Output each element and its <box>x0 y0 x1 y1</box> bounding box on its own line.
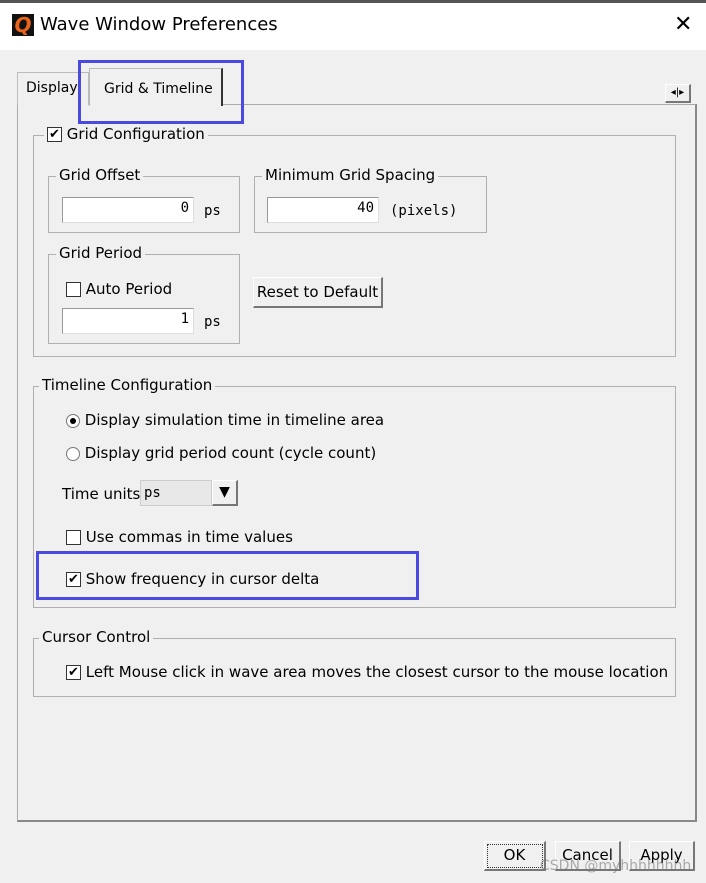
grid-period-label: Grid Period <box>56 244 146 262</box>
timeline-label: Timeline Configuration <box>39 376 216 394</box>
chevron-down-icon[interactable]: ▼ <box>212 480 238 506</box>
grid-config-header: ✔ Grid Configuration <box>44 125 208 143</box>
radio-sim-time-label: Display simulation time in timeline area <box>84 411 385 429</box>
min-spacing-label: Minimum Grid Spacing <box>262 166 439 184</box>
min-spacing-input[interactable]: 40 <box>267 197 379 223</box>
window-title: Wave Window Preferences <box>40 14 278 35</box>
tab-scroll-arrows-icon[interactable]: ◂|▸ <box>665 84 691 103</box>
commas-label: Use commas in time values <box>85 528 293 546</box>
watermark: CSDN @myhhhhhhhh <box>540 858 692 874</box>
cursor-label: Cursor Control <box>39 628 154 646</box>
radio-sim-time[interactable]: Display simulation time in timeline area <box>66 411 384 429</box>
grid-offset-input[interactable]: 0 <box>62 197 194 223</box>
close-icon[interactable]: ✕ <box>674 12 692 37</box>
commas-option[interactable]: Use commas in time values <box>66 528 293 546</box>
grid-offset-label: Grid Offset <box>56 166 144 184</box>
reset-to-default-button[interactable]: Reset to Default <box>253 277 383 308</box>
grid-period-input[interactable]: 1 <box>62 308 194 334</box>
commas-checkbox[interactable] <box>66 530 81 545</box>
app-logo-icon: Q <box>12 14 34 36</box>
time-units-label: Time units <box>62 485 141 503</box>
radio-sim-time-button[interactable] <box>66 413 80 428</box>
cursor-option[interactable]: ✔ Left Mouse click in wave area moves th… <box>66 663 668 681</box>
grid-offset-unit: ps <box>204 203 221 219</box>
radio-cycle-count-button[interactable] <box>66 446 80 461</box>
time-units-select[interactable]: ps <box>140 480 212 506</box>
tab-highlight <box>78 60 244 124</box>
cursor-checkbox[interactable]: ✔ <box>66 665 81 680</box>
radio-cycle-count-label: Display grid period count (cycle count) <box>84 444 377 462</box>
freq-highlight <box>36 551 419 600</box>
auto-period-label: Auto Period <box>85 280 173 298</box>
cursor-option-label: Left Mouse click in wave area moves the … <box>85 663 669 681</box>
grid-config-label: Grid Configuration <box>66 125 205 143</box>
grid-config-checkbox[interactable]: ✔ <box>47 127 62 142</box>
min-spacing-unit: (pixels) <box>390 203 458 219</box>
grid-period-unit: ps <box>204 314 221 330</box>
auto-period-option[interactable]: Auto Period <box>66 280 172 298</box>
ok-button[interactable]: OK <box>484 841 546 871</box>
radio-cycle-count[interactable]: Display grid period count (cycle count) <box>66 444 376 462</box>
auto-period-checkbox[interactable] <box>66 282 81 297</box>
